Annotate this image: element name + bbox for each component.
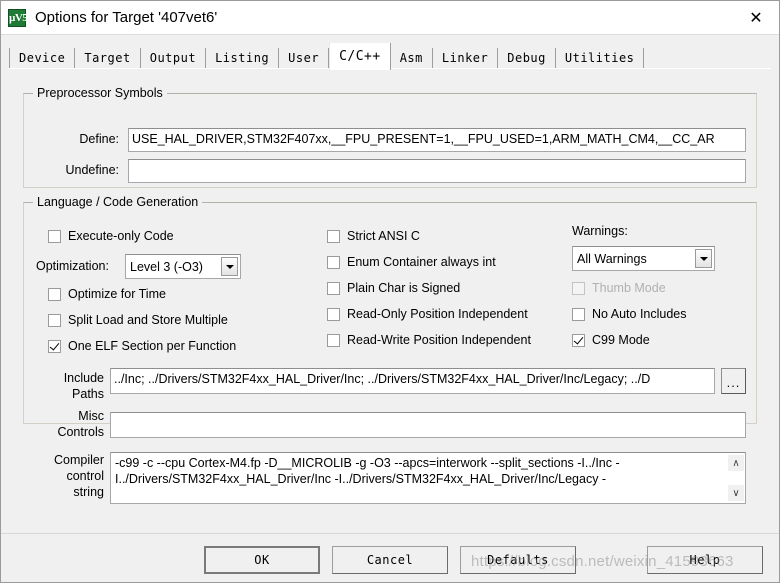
scroll-down-icon[interactable]: ∨	[728, 485, 744, 501]
optimization-label: Optimization:	[36, 259, 109, 273]
checkbox-box	[327, 255, 340, 269]
checkbox-label: Read-Write Position Independent	[347, 333, 531, 347]
title-bar: µV5 Options for Target '407vet6' ✕	[1, 1, 779, 35]
checkbox-plain-char-is-signed[interactable]: Plain Char is Signed	[327, 281, 460, 295]
checkbox-strict-ansi-c[interactable]: Strict ANSI C	[327, 229, 420, 243]
tab-linker[interactable]: Linker	[432, 48, 499, 69]
checkbox-read-write-position-independent[interactable]: Read-Write Position Independent	[327, 333, 531, 347]
checkbox-box	[327, 229, 340, 243]
cancel-button[interactable]: Cancel	[332, 546, 448, 574]
compiler-control-string-label-line2: control	[66, 469, 104, 483]
checkbox-box	[572, 307, 585, 321]
misc-controls-label-line2: Controls	[57, 425, 104, 439]
define-input[interactable]: USE_HAL_DRIVER,STM32F407xx,__FPU_PRESENT…	[128, 128, 746, 152]
checkbox-label: Optimize for Time	[68, 287, 166, 301]
tab-bar: Device Target Output Listing User C/C++ …	[9, 41, 773, 70]
tab-device[interactable]: Device	[9, 48, 76, 69]
misc-controls-input[interactable]	[110, 412, 746, 438]
include-paths-label-line1: Include	[63, 371, 104, 385]
checkbox-label: One ELF Section per Function	[68, 339, 237, 353]
tab-c-cpp[interactable]: C/C++	[329, 43, 391, 70]
tab-listing[interactable]: Listing	[206, 48, 280, 69]
warnings-select[interactable]: All Warnings	[572, 246, 715, 271]
window-title: Options for Target '407vet6'	[35, 9, 218, 26]
include-paths-label-line2: Paths	[72, 387, 104, 401]
checkbox-execute-only-code[interactable]: Execute-only Code	[48, 229, 174, 243]
include-paths-input[interactable]: ../Inc; ../Drivers/STM32F4xx_HAL_Driver/…	[110, 368, 715, 394]
checkbox-read-only-position-independent[interactable]: Read-Only Position Independent	[327, 307, 528, 321]
tab-debug[interactable]: Debug	[498, 48, 556, 69]
undefine-label: Undefine:	[65, 163, 119, 177]
options-dialog: µV5 Options for Target '407vet6' ✕ Devic…	[0, 0, 780, 583]
checkbox-thumb-mode: Thumb Mode	[572, 281, 666, 295]
checkbox-label: No Auto Includes	[592, 307, 687, 321]
warnings-label: Warnings:	[572, 224, 628, 238]
help-button[interactable]: Help	[647, 546, 763, 574]
checkbox-box	[327, 281, 340, 295]
checkbox-box	[48, 313, 61, 327]
uvision-icon-text: µV5	[9, 11, 28, 24]
undefine-input[interactable]	[128, 159, 746, 183]
scroll-up-icon[interactable]: ∧	[728, 455, 744, 471]
include-paths-browse-button[interactable]: ...	[721, 368, 746, 394]
warnings-value: All Warnings	[577, 251, 647, 266]
compiler-control-string-textarea[interactable]: -c99 -c --cpu Cortex-M4.fp -D__MICROLIB …	[110, 452, 746, 504]
ok-button[interactable]: OK	[204, 546, 320, 574]
checkbox-label: Read-Only Position Independent	[347, 307, 528, 321]
tab-user[interactable]: User	[279, 48, 330, 69]
tab-output[interactable]: Output	[140, 48, 207, 69]
preprocessor-symbols-group: Preprocessor Symbols Define: USE_HAL_DRI…	[23, 86, 757, 188]
checkbox-box	[572, 281, 585, 295]
tab-page-c-cpp: Preprocessor Symbols Define: USE_HAL_DRI…	[9, 68, 771, 527]
chevron-down-icon[interactable]	[695, 249, 712, 268]
checkbox-box	[48, 229, 61, 243]
checkbox-label: Split Load and Store Multiple	[68, 313, 228, 327]
tab-target[interactable]: Target	[75, 48, 141, 69]
uvision-icon: µV5	[8, 8, 28, 27]
checkbox-label: Execute-only Code	[68, 229, 174, 243]
checkbox-label: Thumb Mode	[592, 281, 666, 295]
checkbox-label: Plain Char is Signed	[347, 281, 461, 295]
checkbox-no-auto-includes[interactable]: No Auto Includes	[572, 307, 687, 321]
checkbox-one-elf-section-per-function[interactable]: One ELF Section per Function	[48, 339, 236, 353]
define-label: Define:	[79, 132, 119, 146]
checkbox-box	[48, 287, 61, 301]
checkbox-enum-container-always-int[interactable]: Enum Container always int	[327, 255, 496, 269]
close-icon[interactable]: ✕	[733, 1, 779, 33]
compiler-control-string-label-line3: string	[73, 485, 104, 499]
compiler-control-string-label-line1: Compiler	[53, 453, 104, 467]
checkbox-box	[572, 333, 585, 347]
misc-controls-label-line1: Misc	[78, 409, 104, 423]
defaults-button[interactable]: Defaults	[460, 546, 576, 574]
checkbox-label: Enum Container always int	[347, 255, 496, 269]
checkbox-box	[48, 339, 61, 353]
compiler-control-string-value: -c99 -c --cpu Cortex-M4.fp -D__MICROLIB …	[115, 456, 620, 486]
bottom-separator	[1, 533, 779, 534]
language-code-generation-legend: Language / Code Generation	[33, 195, 203, 209]
optimization-value: Level 3 (-O3)	[130, 259, 203, 274]
checkbox-optimize-for-time[interactable]: Optimize for Time	[48, 287, 166, 301]
checkbox-box	[327, 307, 340, 321]
checkbox-label: C99 Mode	[592, 333, 650, 347]
preprocessor-symbols-legend: Preprocessor Symbols	[33, 86, 167, 100]
tab-utilities[interactable]: Utilities	[555, 48, 645, 69]
checkbox-label: Strict ANSI C	[347, 229, 420, 243]
checkbox-split-load-and-store-multiple[interactable]: Split Load and Store Multiple	[48, 313, 228, 327]
checkbox-box	[327, 333, 340, 347]
optimization-select[interactable]: Level 3 (-O3)	[125, 254, 241, 279]
checkbox-c99-mode[interactable]: C99 Mode	[572, 333, 650, 347]
chevron-down-icon[interactable]	[221, 257, 238, 276]
tab-asm[interactable]: Asm	[390, 48, 433, 69]
